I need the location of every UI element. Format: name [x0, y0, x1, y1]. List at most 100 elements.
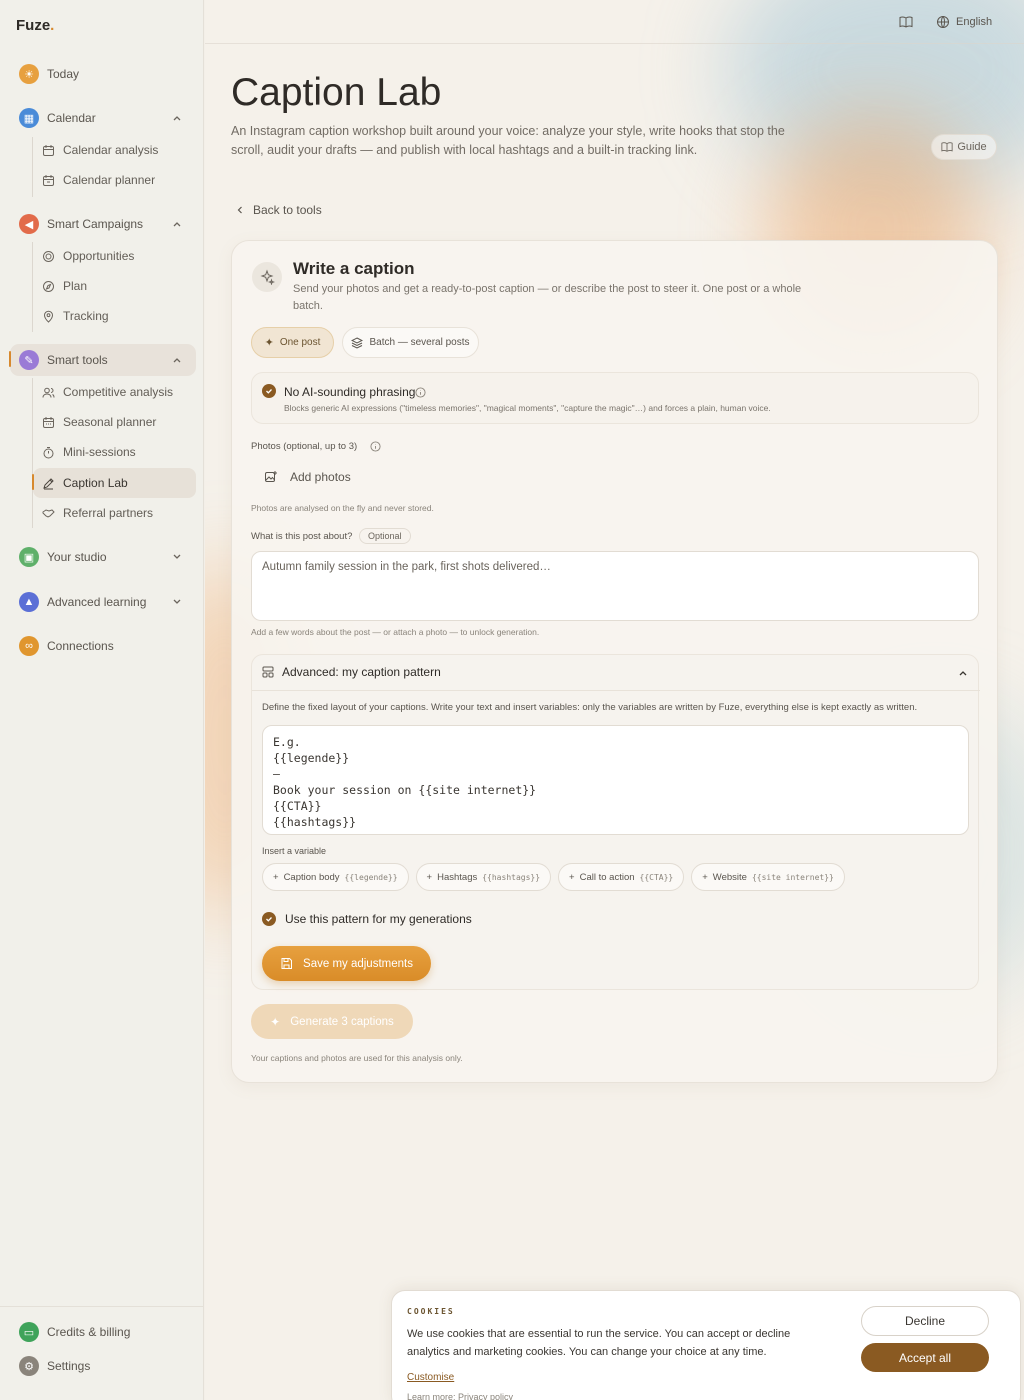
guide-label: Guide	[957, 141, 987, 153]
nav-referral-partners[interactable]: Referral partners	[33, 499, 196, 527]
no-ai-description: Blocks generic AI expressions ("timeless…	[284, 403, 771, 413]
nav-advanced-learning[interactable]: ▲ Advanced learning	[10, 587, 196, 617]
nav-calendar-label: Calendar	[47, 111, 96, 125]
save-icon	[281, 958, 293, 969]
nav-connections-label: Connections	[47, 639, 114, 653]
stopwatch-icon	[43, 446, 54, 458]
page-subtitle: An Instagram caption workshop built arou…	[231, 124, 785, 157]
top-bar: English	[205, 0, 1024, 44]
sparkles-icon	[252, 262, 282, 292]
plus-icon: +	[426, 871, 433, 883]
nav-label: Opportunities	[63, 249, 135, 263]
use-pattern-label: Use this pattern for my generations	[285, 912, 472, 926]
nav-smart-tools[interactable]: ✎ Smart tools	[9, 344, 196, 376]
chevron-up-icon[interactable]	[170, 353, 184, 367]
chevron-down-icon[interactable]	[170, 595, 184, 609]
cookie-text: We use cookies that are essential to run…	[407, 1328, 791, 1358]
nav-tracking[interactable]: Tracking	[33, 302, 196, 330]
accept-all-button[interactable]: Accept all	[861, 1343, 989, 1372]
back-label: Back to tools	[253, 203, 322, 217]
var-label: Caption body	[283, 871, 340, 883]
var-label: Call to action	[579, 871, 635, 883]
guide-button[interactable]: Guide	[931, 134, 997, 160]
sun-icon: ☀	[19, 64, 39, 84]
nav-calendar-planner[interactable]: Calendar planner	[33, 166, 196, 194]
insert-caption-body-button[interactable]: + Caption body {{legende}}	[262, 863, 409, 891]
nav-today-label: Today	[47, 67, 80, 81]
advanced-title: Advanced: my caption pattern	[282, 665, 441, 679]
about-label: What is this post about?	[251, 531, 353, 542]
nav-caption-lab[interactable]: Caption Lab	[32, 468, 196, 498]
plus-icon: +	[569, 871, 575, 883]
info-icon[interactable]	[370, 441, 381, 452]
checkmark-icon[interactable]	[262, 384, 276, 398]
nav-today[interactable]: ☀ Today	[10, 59, 196, 89]
save-label: Save my adjustments	[303, 957, 413, 970]
briefcase-icon: ▣	[19, 547, 39, 567]
nav-opportunities[interactable]: Opportunities	[33, 242, 196, 270]
optional-badge: Optional	[359, 528, 411, 544]
nav-your-studio[interactable]: ▣ Your studio	[10, 542, 196, 572]
checkmark-icon	[262, 912, 276, 926]
language-selector[interactable]: English	[956, 16, 992, 28]
nav-label: Calendar planner	[63, 173, 156, 187]
nav-label: Calendar analysis	[63, 143, 159, 157]
brand-logo[interactable]: Fuze.	[16, 17, 54, 34]
insert-variable-label: Insert a variable	[262, 846, 327, 856]
photos-hint: Photos are analysed on the fly and never…	[251, 503, 434, 513]
advanced-pattern-panel: Advanced: my caption pattern Define the …	[251, 654, 980, 990]
info-icon[interactable]	[415, 387, 426, 398]
page-title: Caption Lab	[231, 71, 442, 114]
nav-competitive-analysis[interactable]: Competitive analysis	[33, 378, 196, 406]
nav-label: Tracking	[63, 309, 109, 323]
nav-seasonal-planner[interactable]: Seasonal planner	[33, 408, 196, 436]
nav-calendar-analysis[interactable]: Calendar analysis	[33, 136, 196, 164]
calendar-plan-icon	[43, 174, 54, 186]
caption-pattern-textarea[interactable]: E.g. {{legende}} — Book your session on …	[262, 725, 969, 835]
handshake-icon	[42, 508, 55, 518]
chevron-up-icon[interactable]	[170, 111, 184, 125]
cookie-title: COOKIES	[407, 1307, 455, 1316]
privacy-hint: Your captions and photos are used for th…	[251, 1053, 463, 1063]
add-photos-button[interactable]: Add photos	[264, 470, 351, 484]
nav-smart-tools-label: Smart tools	[47, 353, 108, 367]
nav-label: Mini-sessions	[63, 445, 136, 459]
nav-billing-label: Credits & billing	[47, 1325, 131, 1339]
back-to-tools-link[interactable]: Back to tools	[235, 203, 322, 217]
insert-website-button[interactable]: + Website {{site internet}}	[691, 863, 845, 891]
book-icon[interactable]	[899, 15, 913, 29]
nav-settings-label: Settings	[47, 1359, 91, 1373]
nav-mini-sessions[interactable]: Mini-sessions	[33, 438, 196, 466]
nav-credits-billing[interactable]: ▭ Credits & billing	[10, 1317, 196, 1347]
privacy-policy-link[interactable]: Learn more: Privacy policy	[407, 1392, 513, 1400]
mode-batch-button[interactable]: Batch — several posts	[342, 327, 479, 358]
nav-plan[interactable]: Plan	[33, 272, 196, 300]
customise-link[interactable]: Customise	[407, 1372, 454, 1383]
generate-captions-button[interactable]: ✦ Generate 3 captions	[251, 1004, 413, 1039]
insert-cta-button[interactable]: + Call to action {{CTA}}	[558, 863, 685, 891]
nav-calendar[interactable]: ▦ Calendar	[10, 103, 196, 133]
nav-smart-campaigns[interactable]: ◀ Smart Campaigns	[10, 209, 196, 239]
chevron-up-icon[interactable]	[956, 666, 970, 680]
advanced-pattern-header[interactable]: Advanced: my caption pattern	[262, 665, 441, 679]
globe-icon[interactable]	[936, 15, 950, 29]
calendar-grid-icon	[43, 416, 54, 428]
save-adjustments-button[interactable]: Save my adjustments	[262, 946, 431, 981]
layers-icon	[351, 336, 364, 349]
chevron-down-icon[interactable]	[170, 550, 184, 564]
sidebar-divider	[0, 1306, 204, 1307]
advanced-description: Define the fixed layout of your captions…	[262, 702, 918, 713]
graduation-icon: ▲	[19, 592, 39, 612]
decline-button[interactable]: Decline	[861, 1306, 989, 1336]
nav-label: Competitive analysis	[63, 385, 174, 399]
post-about-textarea[interactable]: Autumn family session in the park, first…	[251, 551, 979, 621]
chevron-up-icon[interactable]	[170, 217, 184, 231]
nav-settings[interactable]: ⚙ Settings	[10, 1351, 196, 1381]
insert-hashtags-button[interactable]: + Hashtags {{hashtags}}	[415, 863, 552, 891]
mode-one-post-button[interactable]: ✦ One post	[251, 327, 334, 358]
nav-label: Caption Lab	[63, 476, 128, 490]
no-ai-phrasing-option[interactable]: No AI-sounding phrasing Blocks generic A…	[251, 372, 979, 424]
use-pattern-checkbox[interactable]: Use this pattern for my generations	[262, 912, 472, 926]
link-icon: ∞	[19, 636, 39, 656]
nav-connections[interactable]: ∞ Connections	[10, 631, 196, 661]
